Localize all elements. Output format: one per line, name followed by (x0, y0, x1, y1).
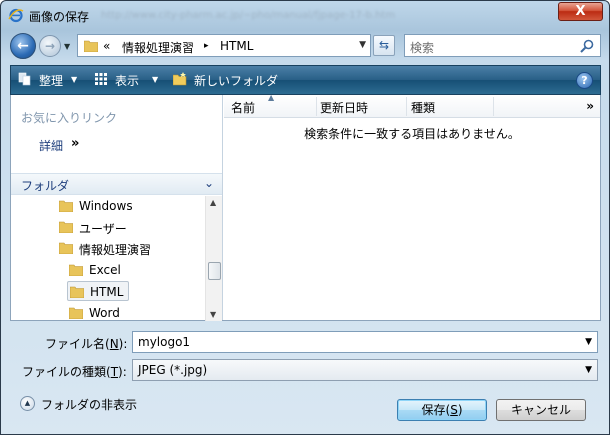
column-divider[interactable] (406, 97, 407, 116)
address-bar[interactable]: « 情報処理演習 ▸ HTML ▼ (77, 34, 371, 57)
refresh-icon: ⇆ (378, 38, 390, 52)
new-folder-button[interactable]: 新しいフォルダ (194, 72, 278, 89)
folders-section-header[interactable]: フォルダ ⌄ (11, 173, 222, 195)
chevron-down-icon[interactable]: ⌄ (204, 176, 214, 190)
column-divider[interactable] (493, 97, 494, 116)
forward-arrow-icon: → (44, 39, 56, 53)
folder-icon (59, 242, 73, 254)
forward-button[interactable]: → (39, 35, 61, 57)
search-placeholder: 検索 (410, 41, 435, 55)
filetype-label-accesskey: T (110, 365, 119, 379)
filetype-label: ファイルの種類(T): (22, 363, 127, 380)
sort-ascending-icon: ▲ (268, 93, 275, 102)
filename-label-suffix: ): (118, 337, 128, 351)
hide-folders-label: フォルダの非表示 (41, 398, 138, 412)
filetype-label-suffix: ): (118, 365, 127, 379)
filename-dropdown-icon[interactable]: ▼ (585, 337, 592, 347)
breadcrumb-info-processing[interactable]: 情報処理演習 (122, 39, 194, 56)
tree-item-label: Word (89, 306, 120, 320)
command-bar: 整理 ▼ 表示 ▼ 新しいフォルダ ? (10, 65, 601, 95)
column-date-modified[interactable]: 更新日時 (320, 99, 368, 116)
refresh-button[interactable]: ⇆ (373, 35, 395, 56)
tree-item-label: Excel (89, 263, 121, 277)
save-image-dialog: 画像の保存 http://www.city-pharm.ac.jp/~pho/m… (0, 0, 610, 435)
back-button[interactable]: ← (10, 33, 36, 59)
search-icon[interactable] (579, 38, 595, 54)
navigation-pane: お気に入りリンク 詳細 » フォルダ ⌄ Windows ユーザー 情報処理演習 (11, 95, 223, 321)
tree-item-excel[interactable]: Excel (69, 260, 189, 280)
address-dropdown-icon[interactable]: ▼ (359, 40, 366, 50)
more-columns-chevron-icon[interactable]: » (586, 99, 594, 113)
collapse-up-icon: ▲ (20, 396, 35, 411)
recent-pages-dropdown-icon[interactable]: ▼ (64, 42, 70, 51)
filename-input[interactable]: mylogo1 ▼ (132, 331, 598, 353)
help-button[interactable]: ? (576, 72, 593, 89)
folder-tree: Windows ユーザー 情報処理演習 Excel HTML Word (11, 196, 205, 321)
save-label-accesskey: S (450, 403, 458, 417)
window-title: 画像の保存 (29, 10, 90, 24)
column-divider[interactable] (316, 97, 317, 116)
save-label-suffix: ) (457, 403, 463, 417)
save-label-text: 保存( (421, 403, 451, 417)
views-button[interactable]: 表示 (115, 72, 139, 89)
tree-item-label: HTML (90, 285, 124, 299)
folder-icon (59, 221, 73, 233)
filetype-label-text: ファイルの種類( (22, 365, 111, 379)
breadcrumb-separator-icon[interactable]: ▸ (204, 41, 209, 51)
column-type[interactable]: 種類 (411, 99, 435, 116)
more-links-chevron-icon[interactable]: » (71, 136, 79, 151)
column-header-row: 名前 ▲ 更新日時 種類 » (224, 93, 600, 118)
filename-label-accesskey: N (109, 337, 119, 351)
tree-item-word[interactable]: Word (69, 303, 189, 321)
internet-explorer-icon (8, 8, 24, 23)
filetype-select[interactable]: JPEG (*.jpg) ▼ (132, 359, 598, 381)
blurred-url: http://www.city-pharm.ac.jp/~pho/manual/… (101, 10, 396, 21)
folder-tree-scrollbar[interactable]: ▲ ▼ (205, 196, 222, 321)
breadcrumb-html[interactable]: HTML (220, 39, 253, 53)
back-arrow-icon: ← (17, 38, 29, 54)
folders-label: フォルダ (21, 179, 70, 193)
views-icon (95, 73, 107, 85)
folder-icon (84, 40, 98, 52)
tree-item-info-processing[interactable]: 情報処理演習 (59, 238, 199, 258)
cancel-button[interactable]: キャンセル (496, 399, 586, 421)
folder-icon (69, 307, 83, 319)
filename-label-text: ファイル名( (45, 337, 110, 351)
filetype-dropdown-icon[interactable]: ▼ (585, 365, 592, 375)
close-button[interactable]: X (558, 2, 603, 21)
tree-item-windows[interactable]: Windows (59, 196, 199, 216)
tree-item-label: Windows (79, 199, 133, 213)
folder-icon (69, 264, 83, 276)
favorite-links-details-link[interactable]: 詳細 (39, 137, 63, 154)
organize-dropdown-icon[interactable]: ▼ (71, 75, 77, 84)
browser-pane: お気に入りリンク 詳細 » フォルダ ⌄ Windows ユーザー 情報処理演習 (10, 93, 601, 321)
favorite-links-heading: お気に入りリンク (21, 111, 118, 125)
scroll-up-icon[interactable]: ▲ (210, 198, 216, 207)
scrollbar-thumb[interactable] (208, 262, 221, 280)
tree-item-users[interactable]: ユーザー (59, 217, 199, 237)
tree-item-label: 情報処理演習 (79, 243, 152, 257)
tree-item-html[interactable]: HTML (67, 281, 129, 301)
title-bar[interactable]: 画像の保存 http://www.city-pharm.ac.jp/~pho/m… (1, 1, 609, 29)
empty-results-message: 検索条件に一致する項目はありません。 (304, 127, 520, 141)
column-name[interactable]: 名前 (231, 99, 255, 116)
filename-label: ファイル名(N): (45, 335, 127, 352)
folder-icon (70, 286, 84, 298)
views-dropdown-icon[interactable]: ▼ (152, 75, 158, 84)
address-overflow-chevron[interactable]: « (103, 39, 110, 53)
filetype-value: JPEG (*.jpg) (138, 363, 208, 377)
organize-button[interactable]: 整理 (39, 72, 63, 89)
save-button[interactable]: 保存(S) (397, 399, 487, 421)
file-list-pane: 名前 ▲ 更新日時 種類 » 検索条件に一致する項目はありません。 (224, 93, 600, 320)
filename-value: mylogo1 (138, 335, 191, 349)
organize-icon (18, 72, 31, 86)
search-box[interactable]: 検索 (404, 34, 601, 57)
tree-item-label: ユーザー (79, 222, 127, 236)
new-folder-icon (173, 72, 187, 86)
folder-icon (59, 200, 73, 212)
scroll-down-icon[interactable]: ▼ (210, 310, 216, 319)
